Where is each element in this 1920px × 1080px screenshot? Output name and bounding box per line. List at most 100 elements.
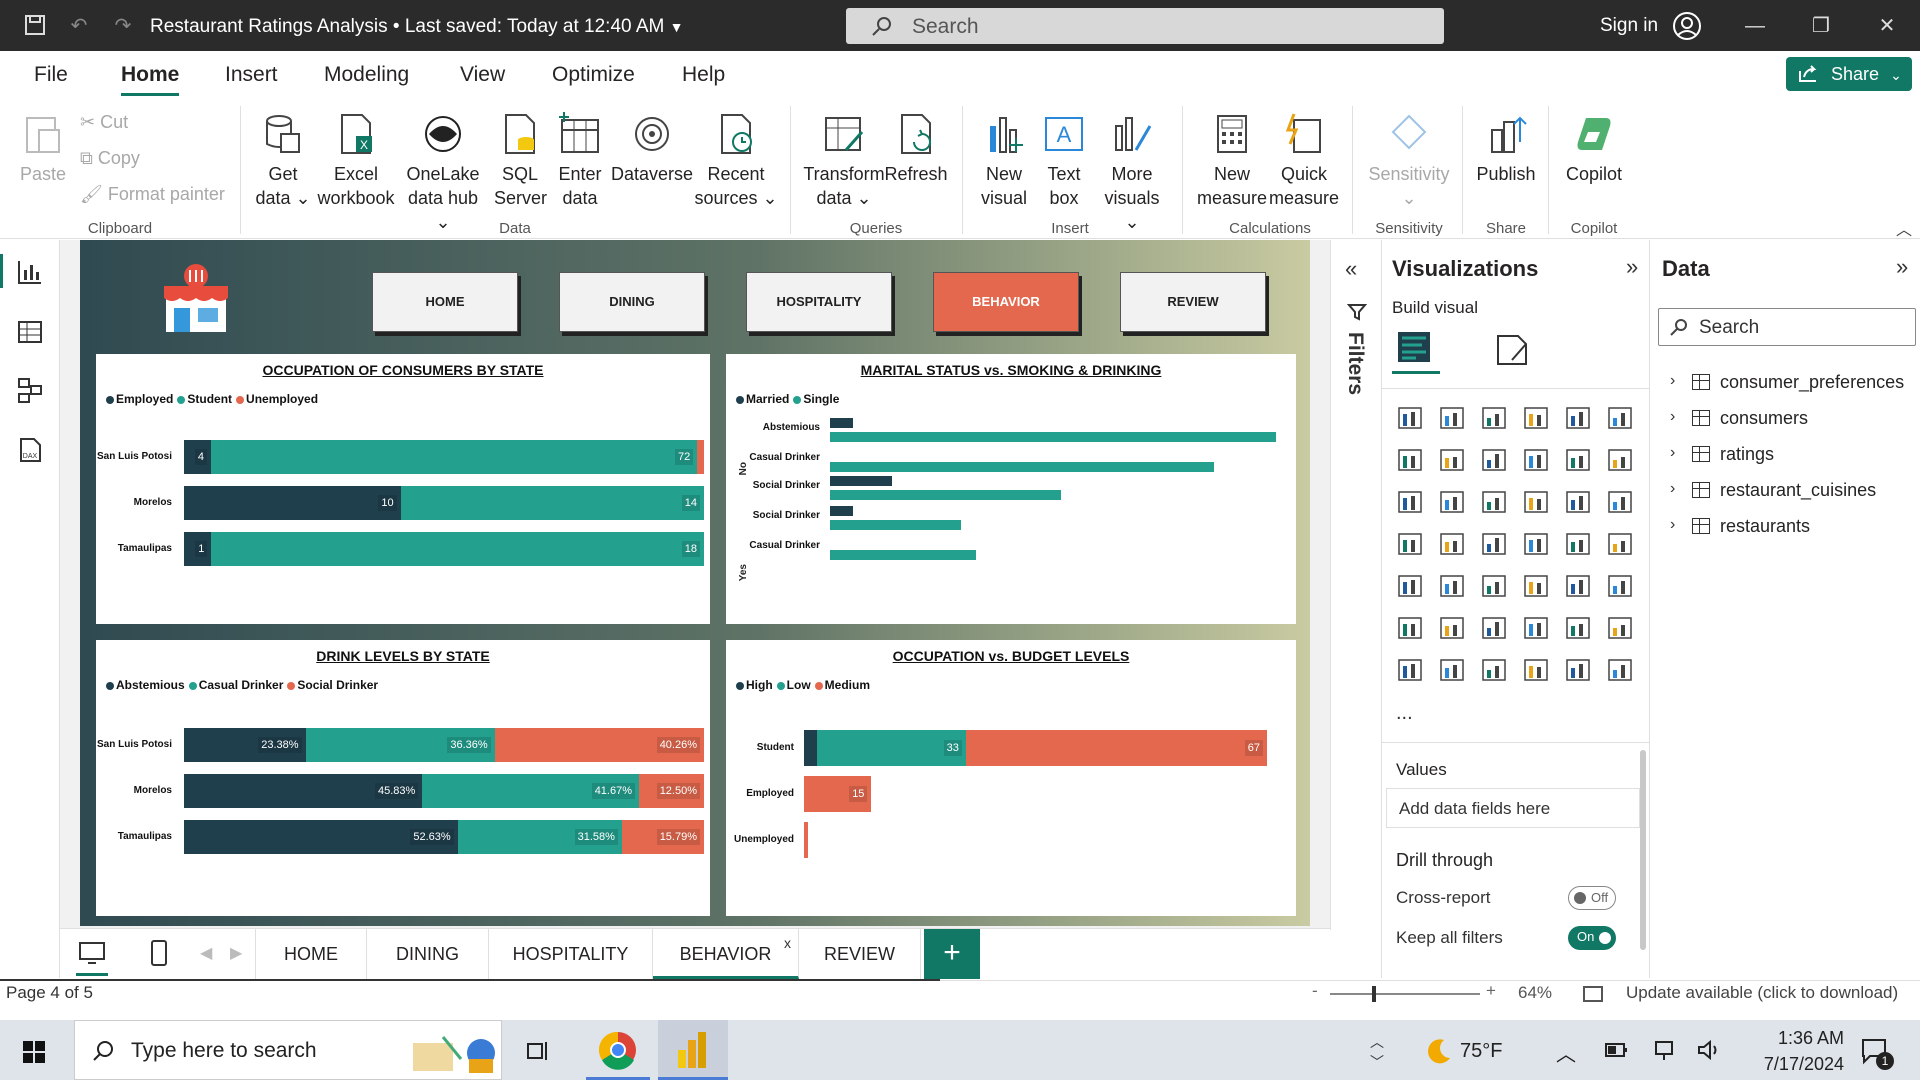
stacked-column-icon[interactable] (1438, 404, 1466, 432)
legend-item[interactable]: Unemployed (236, 392, 318, 406)
arcgis-icon[interactable] (1522, 656, 1550, 684)
card-icon[interactable] (1606, 530, 1634, 558)
decomposition-tree-icon[interactable] (1480, 614, 1508, 642)
ribbon-chart-icon[interactable] (1522, 446, 1550, 474)
table-icon[interactable] (1522, 572, 1550, 600)
line-column-icon[interactable] (1564, 446, 1592, 474)
undo-icon[interactable]: ↶ (66, 13, 92, 39)
multirow-card-icon[interactable] (1396, 572, 1424, 600)
menu-modeling[interactable]: Modeling (324, 63, 409, 87)
legend-item[interactable]: Casual Drinker (188, 678, 283, 692)
close-icon[interactable]: ✕ (1874, 13, 1900, 39)
pie-icon[interactable] (1564, 488, 1592, 516)
powerbi-taskbar-button[interactable] (658, 1020, 728, 1080)
visualizations-scrollbar[interactable] (1640, 750, 1646, 950)
search-input[interactable]: Search (846, 8, 1444, 44)
key-influencers-icon[interactable] (1438, 614, 1466, 642)
metrics-icon[interactable] (1606, 614, 1634, 642)
paginated-report-icon[interactable] (1396, 656, 1424, 684)
line-clustered-icon[interactable] (1606, 446, 1634, 474)
expand-chevron-icon[interactable]: › (1670, 408, 1675, 426)
bar[interactable] (830, 418, 854, 428)
more-visuals-ellipsis[interactable]: ... (1396, 702, 1413, 725)
shape-map-icon[interactable] (1480, 530, 1508, 558)
format-painter-button[interactable]: 🖌 Format painter (80, 184, 225, 205)
menu-home[interactable]: Home (121, 63, 179, 87)
clustered-column-icon[interactable] (1522, 404, 1550, 432)
area-chart-icon[interactable] (1438, 446, 1466, 474)
dax-query-view-icon[interactable]: DAX (16, 436, 44, 464)
weather-temp[interactable]: 75°F (1460, 1040, 1502, 1063)
cut-button[interactable]: ✂ Cut (80, 112, 128, 133)
refresh-button[interactable]: Refresh (884, 112, 948, 186)
bar-segment[interactable] (697, 440, 704, 474)
chart-occupation-vs-budget[interactable]: OCCUPATION vs. BUDGET LEVELS High Low Medi… (726, 640, 1296, 916)
sql-server-button[interactable]: SQL Server (494, 112, 547, 210)
legend-item[interactable]: Low (776, 678, 811, 692)
transform-data-button[interactable]: Transform data ⌄ (800, 112, 888, 210)
expand-filters-icon[interactable]: « (1345, 256, 1357, 282)
scroll-left-icon[interactable]: ◀ (200, 943, 212, 963)
tab-home[interactable]: HOME (255, 929, 367, 979)
quick-measure-button[interactable]: Quick measure (1268, 112, 1340, 210)
battery-icon[interactable] (1604, 1040, 1628, 1060)
r-visual-icon[interactable] (1606, 572, 1634, 600)
tab-review[interactable]: REVIEW (799, 929, 921, 979)
collapse-visualizations-icon[interactable]: » (1626, 254, 1638, 280)
bar[interactable] (830, 432, 1276, 442)
format-visual-icon[interactable] (1492, 330, 1532, 370)
bar[interactable] (830, 550, 977, 560)
legend-item[interactable]: Student (177, 392, 232, 406)
nav-review-button[interactable]: REVIEW (1120, 272, 1266, 332)
volume-icon[interactable] (1696, 1038, 1722, 1062)
bar-segment[interactable] (400, 486, 704, 520)
legend-item[interactable]: Medium (814, 678, 870, 692)
power-automate-icon[interactable] (1480, 656, 1508, 684)
slicer-icon[interactable] (1480, 572, 1508, 600)
desktop-layout-icon[interactable] (78, 941, 106, 965)
onelake-button[interactable]: OneLake data hub ⌄ (398, 112, 488, 234)
100-column-icon[interactable] (1606, 404, 1634, 432)
line-chart-icon[interactable] (1396, 446, 1424, 474)
fit-to-page-icon[interactable] (1582, 985, 1604, 1003)
smart-narrative-icon[interactable] (1564, 614, 1592, 642)
diamond-visual-icon[interactable] (1564, 656, 1592, 684)
menu-help[interactable]: Help (682, 63, 725, 87)
menu-file[interactable]: File (34, 63, 68, 87)
bar-segment[interactable] (965, 730, 1267, 766)
chevron-visual-icon[interactable] (1606, 656, 1634, 684)
collapse-ribbon-icon[interactable]: ︿ (1896, 216, 1912, 240)
donut-icon[interactable] (1606, 488, 1634, 516)
dataverse-button[interactable]: Dataverse (610, 112, 694, 186)
stacked-area-icon[interactable] (1480, 446, 1508, 474)
zoom-slider[interactable] (1330, 986, 1480, 1002)
100-bar-icon[interactable] (1564, 404, 1592, 432)
text-box-button[interactable]: A Text box (1038, 112, 1090, 210)
bar[interactable] (830, 462, 1215, 472)
bar[interactable] (830, 506, 854, 516)
nav-behavior-button[interactable]: BEHAVIOR (933, 272, 1079, 332)
legend-item[interactable]: High (736, 678, 773, 692)
qa-icon[interactable] (1522, 614, 1550, 642)
bar[interactable] (830, 520, 961, 530)
filters-pane-collapsed[interactable]: « Filters (1330, 240, 1381, 930)
mobile-layout-icon[interactable] (150, 939, 168, 967)
chart-marital-status-smoking-drinking[interactable]: MARITAL STATUS vs. SMOKING & DRINKING Ma… (726, 354, 1296, 624)
data-table-item[interactable]: › restaurants (1650, 514, 1920, 544)
sensitivity-button[interactable]: Sensitivity ⌄ (1364, 112, 1454, 210)
collapse-data-icon[interactable]: » (1896, 254, 1908, 280)
bar[interactable] (830, 476, 892, 486)
bar-segment[interactable] (211, 532, 704, 566)
stacked-bar-icon[interactable] (1396, 404, 1424, 432)
expand-chevron-icon[interactable]: › (1670, 480, 1675, 498)
legend-item[interactable]: Married (736, 392, 789, 406)
report-view-icon[interactable] (16, 258, 44, 286)
save-icon[interactable] (22, 13, 48, 39)
moon-weather-icon[interactable] (1424, 1036, 1454, 1066)
more-visuals-button[interactable]: More visuals ⌄ (1096, 112, 1168, 234)
sign-in-link[interactable]: Sign in (1600, 15, 1658, 37)
nav-home-button[interactable]: HOME (372, 272, 518, 332)
get-data-button[interactable]: Get data ⌄ (254, 112, 312, 210)
menu-view[interactable]: View (460, 63, 505, 87)
expand-chevron-icon[interactable]: › (1670, 372, 1675, 390)
